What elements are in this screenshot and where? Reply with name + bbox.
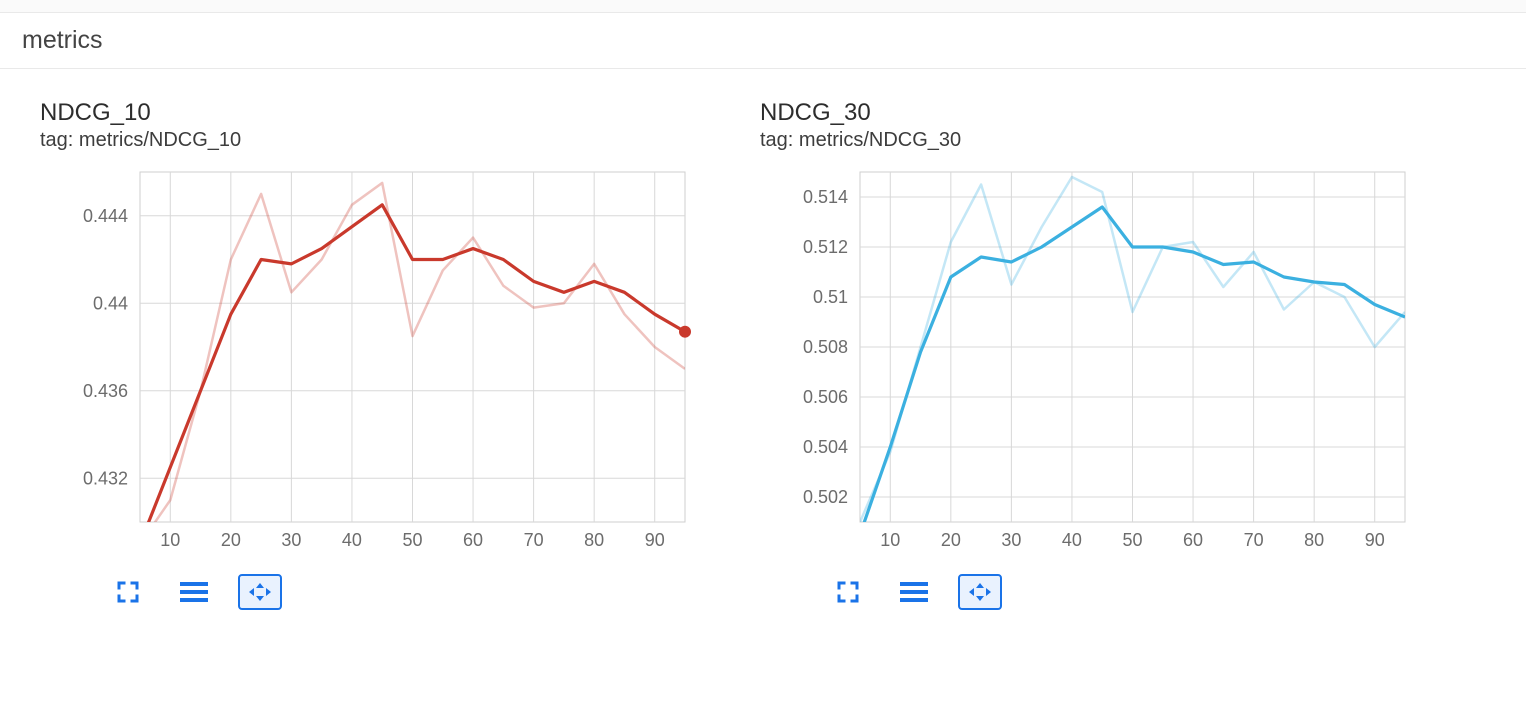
chart-tag: tag: metrics/NDCG_10 [40,129,720,152]
list-icon [180,580,208,604]
svg-text:10: 10 [880,530,900,550]
chart-toolbar [826,574,1440,610]
window-topbar [0,0,1526,13]
chart-card-ndcg10: NDCG_10 tag: metrics/NDCG_10 10 20 30 40 50 6… [40,99,720,610]
fit-domain-button[interactable] [238,574,282,610]
svg-text:40: 40 [1062,530,1082,550]
expand-icon [836,580,860,604]
svg-text:70: 70 [524,530,544,550]
svg-text:30: 30 [1001,530,1021,550]
expand-button[interactable] [826,574,870,610]
svg-text:20: 20 [221,530,241,550]
expand-button[interactable] [106,574,150,610]
svg-text:0.512: 0.512 [803,237,848,257]
svg-text:0.44: 0.44 [93,293,128,313]
svg-text:10: 10 [160,530,180,550]
svg-text:0.514: 0.514 [803,187,848,207]
svg-text:60: 60 [463,530,483,550]
svg-text:0.436: 0.436 [83,380,128,400]
svg-text:90: 90 [645,530,665,550]
list-icon [900,580,928,604]
svg-text:70: 70 [1244,530,1264,550]
svg-text:0.508: 0.508 [803,337,848,357]
panel-header[interactable]: metrics [0,13,1526,69]
svg-text:60: 60 [1183,530,1203,550]
chart-title: NDCG_10 [40,99,720,127]
panel-title: metrics [22,26,103,55]
svg-text:80: 80 [584,530,604,550]
svg-text:90: 90 [1365,530,1385,550]
list-button[interactable] [892,574,936,610]
chart-toolbar [106,574,720,610]
chart-plot-ndcg30[interactable]: 10 20 30 40 50 60 70 80 90 0.502 0.504 0.506 0.508 0.… [760,162,1440,562]
svg-text:0.432: 0.432 [83,468,128,488]
chart-plot-ndcg10[interactable]: 10 20 30 40 50 60 70 80 90 0.432 0.436 0.44 0.444 [40,162,720,562]
svg-text:0.504: 0.504 [803,437,848,457]
svg-text:80: 80 [1304,530,1324,550]
expand-icon [116,580,140,604]
fit-domain-icon [247,581,273,603]
fit-domain-icon [967,581,993,603]
svg-text:20: 20 [941,530,961,550]
svg-text:40: 40 [342,530,362,550]
chart-tag: tag: metrics/NDCG_30 [760,129,1440,152]
chart-title: NDCG_30 [760,99,1440,127]
svg-text:0.444: 0.444 [83,205,128,225]
svg-text:30: 30 [281,530,301,550]
fit-domain-button[interactable] [958,574,1002,610]
svg-text:0.506: 0.506 [803,387,848,407]
svg-text:50: 50 [402,530,422,550]
charts-row: NDCG_10 tag: metrics/NDCG_10 10 20 30 40 50 6… [0,69,1526,620]
svg-text:0.502: 0.502 [803,487,848,507]
chart-card-ndcg30: NDCG_30 tag: metrics/NDCG_30 10 20 30 40 50 6… [760,99,1440,610]
list-button[interactable] [172,574,216,610]
svg-text:0.51: 0.51 [813,287,848,307]
svg-text:50: 50 [1122,530,1142,550]
